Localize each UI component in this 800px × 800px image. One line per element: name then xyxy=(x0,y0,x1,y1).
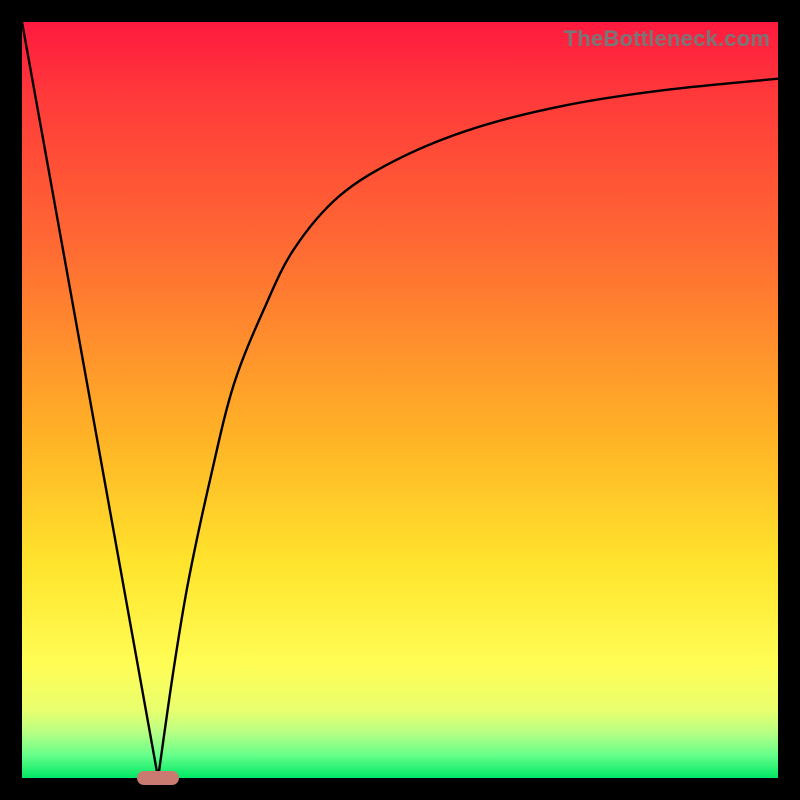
plot-area: TheBottleneck.com xyxy=(22,22,778,778)
bottleneck-curve xyxy=(22,22,778,778)
optimum-marker xyxy=(137,771,179,785)
chart-frame: TheBottleneck.com xyxy=(0,0,800,800)
curve-path xyxy=(22,22,778,778)
